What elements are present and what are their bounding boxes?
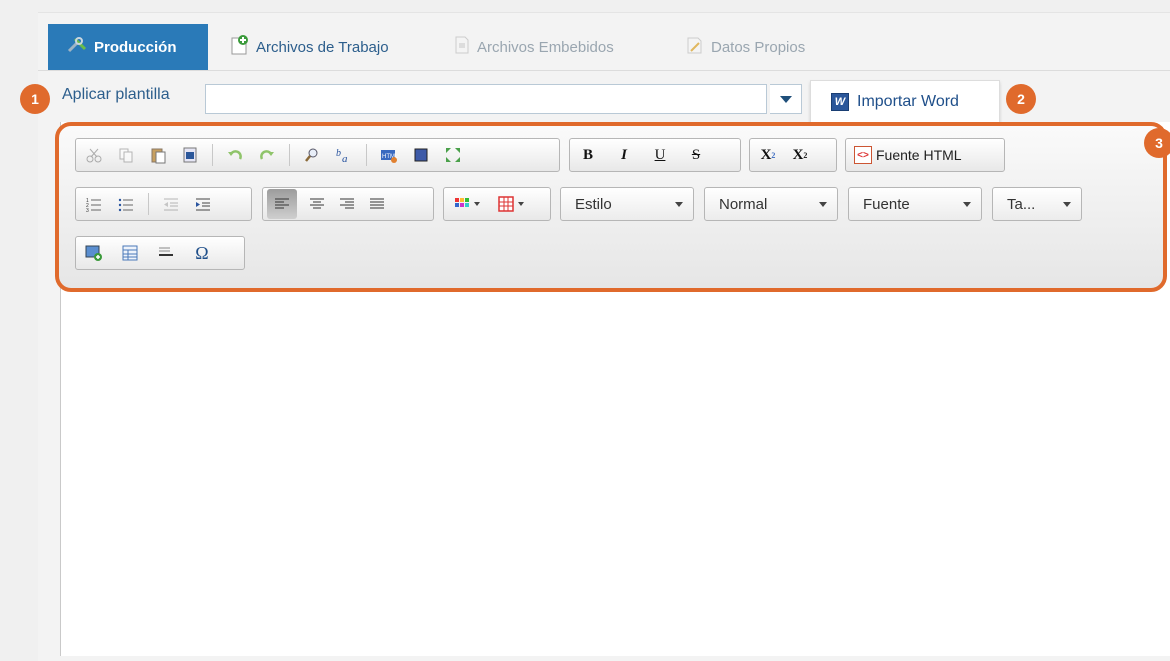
text-color-icon[interactable] (452, 194, 486, 214)
cut-icon[interactable] (84, 145, 104, 165)
tab-label: Archivos de Trabajo (256, 38, 389, 56)
bold-button[interactable]: B (578, 145, 598, 165)
toolbar-separator (148, 193, 149, 215)
chevron-down-icon (963, 201, 971, 207)
bullet-list-icon[interactable] (116, 194, 136, 214)
tab-archivos-trabajo[interactable]: Archivos de Trabajo (228, 24, 389, 70)
format-combo[interactable]: Normal (704, 187, 838, 221)
tab-label: Datos Propios (711, 38, 806, 56)
paste-icon[interactable] (148, 145, 168, 165)
special-char-button[interactable]: Ω (192, 243, 212, 263)
toolbar-separator (289, 144, 290, 166)
code-icon: <> (854, 146, 872, 164)
tab-produccion[interactable]: Producción (48, 24, 208, 70)
subscript-button[interactable]: X2 (758, 145, 778, 165)
align-right-icon[interactable] (337, 194, 357, 214)
maximize-icon[interactable] (443, 145, 463, 165)
style-combo[interactable]: Estilo (560, 187, 694, 221)
chevron-down-icon (819, 201, 827, 207)
template-dropdown-button[interactable] (770, 84, 802, 114)
insert-table-icon[interactable] (120, 243, 140, 263)
svg-text:b: b (336, 148, 341, 159)
insert-image-icon[interactable] (84, 243, 104, 263)
file-add-icon (228, 34, 250, 60)
document-pencil-icon (685, 34, 705, 60)
toolbar-group-align (262, 187, 434, 221)
indent-icon[interactable] (193, 194, 213, 214)
toolbar-group-basic-style: B I U S (569, 138, 741, 172)
tab-label: Archivos Embebidos (477, 38, 614, 56)
callout-badge-1: 1 (20, 84, 50, 114)
toolbar-separator (366, 144, 367, 166)
horizontal-rule-icon[interactable] (156, 243, 176, 263)
editor-toolbar: ba HTML B I U S X2 X2 <> Fuente HTML 123 (55, 122, 1170, 292)
import-word-button[interactable]: W Importar Word (810, 80, 1000, 124)
toolbar-group-script: X2 X2 (749, 138, 837, 172)
size-combo-value: Ta... (1007, 195, 1036, 213)
toolbar-separator (212, 144, 213, 166)
numbered-list-icon[interactable]: 123 (84, 194, 104, 214)
tab-archivos-embebidos[interactable]: Archivos Embebidos (453, 24, 614, 70)
font-combo-value: Fuente (863, 195, 910, 213)
paste-word-icon[interactable] (180, 145, 200, 165)
toolbar-group-colors (443, 187, 551, 221)
strikethrough-button[interactable]: S (686, 145, 706, 165)
align-center-icon[interactable] (307, 194, 327, 214)
superscript-button[interactable]: X2 (790, 145, 810, 165)
underline-button[interactable]: U (650, 145, 670, 165)
toolbar-group-clipboard: ba HTML (75, 138, 560, 172)
copy-icon[interactable] (116, 145, 136, 165)
tab-datos-propios[interactable]: Datos Propios (685, 24, 805, 70)
import-word-label: Importar Word (857, 93, 959, 110)
italic-button[interactable]: I (614, 145, 634, 165)
undo-icon[interactable] (225, 145, 245, 165)
tab-bar: Producción Archivos de Trabajo Archivos … (38, 24, 1170, 71)
redo-icon[interactable] (257, 145, 277, 165)
replace-icon[interactable]: ba (334, 145, 354, 165)
callout-badge-2: 2 (1006, 84, 1036, 114)
word-icon: W (831, 93, 849, 111)
align-left-icon[interactable] (267, 189, 297, 219)
outdent-icon[interactable] (161, 194, 181, 214)
chevron-down-icon (1063, 201, 1071, 207)
apply-template-label: Aplicar plantilla (62, 86, 170, 103)
toolbar-group-lists: 123 (75, 187, 252, 221)
file-lock-icon (453, 34, 471, 60)
find-icon[interactable] (302, 145, 322, 165)
svg-text:3: 3 (86, 208, 89, 212)
format-combo-value: Normal (719, 195, 768, 213)
table-icon[interactable] (496, 194, 530, 214)
style-combo-value: Estilo (575, 195, 612, 213)
align-justify-icon[interactable] (367, 194, 387, 214)
html-insert-icon[interactable]: HTML (379, 145, 399, 165)
svg-text:a: a (342, 153, 348, 163)
size-combo[interactable]: Ta... (992, 187, 1082, 221)
select-all-icon[interactable] (411, 145, 431, 165)
html-source-button[interactable]: <> Fuente HTML (845, 138, 1005, 172)
tab-label: Producción (94, 38, 177, 56)
chevron-down-icon (675, 201, 683, 207)
callout-badge-3: 3 (1144, 128, 1170, 158)
template-select-input[interactable] (205, 84, 767, 114)
html-source-label: Fuente HTML (876, 147, 962, 163)
wrench-screwdriver-icon (66, 36, 88, 58)
toolbar-group-insert: Ω (75, 236, 245, 270)
font-combo[interactable]: Fuente (848, 187, 982, 221)
